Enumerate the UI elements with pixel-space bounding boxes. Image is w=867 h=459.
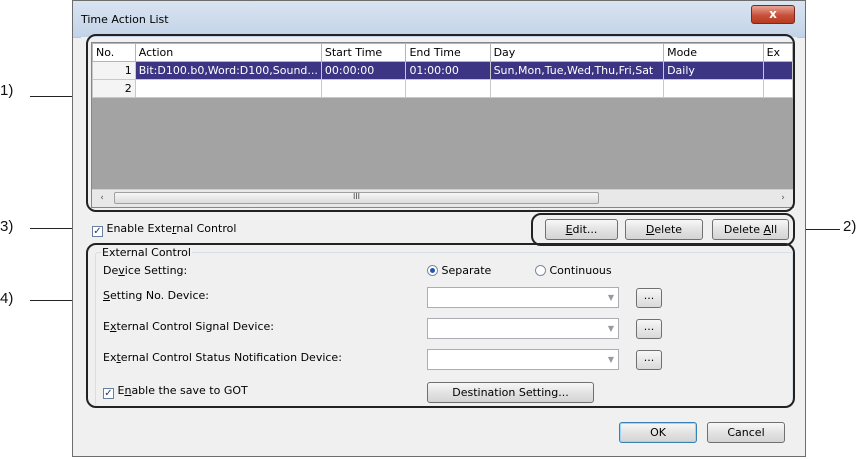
checkmark-icon[interactable]: ✓ <box>92 226 103 237</box>
enable-external-control-checkbox[interactable]: ✓ Enable External Control <box>92 222 236 237</box>
window-title: Time Action List <box>81 13 169 26</box>
highlight-external-control <box>86 243 795 408</box>
enable-external-control-label: Enable External Control <box>106 222 237 235</box>
callout-1: 1) <box>0 82 14 99</box>
callout-2: 2) <box>843 218 857 235</box>
close-icon: x <box>769 7 777 21</box>
close-button[interactable]: x <box>751 5 795 24</box>
ok-button[interactable]: OK <box>619 422 697 443</box>
highlight-grid <box>86 34 795 212</box>
title-bar: Time Action List x <box>73 1 805 38</box>
callout-3: 3) <box>0 218 14 235</box>
highlight-edit-buttons <box>531 213 795 246</box>
cancel-button[interactable]: Cancel <box>707 422 785 443</box>
callout-4: 4) <box>0 290 14 307</box>
